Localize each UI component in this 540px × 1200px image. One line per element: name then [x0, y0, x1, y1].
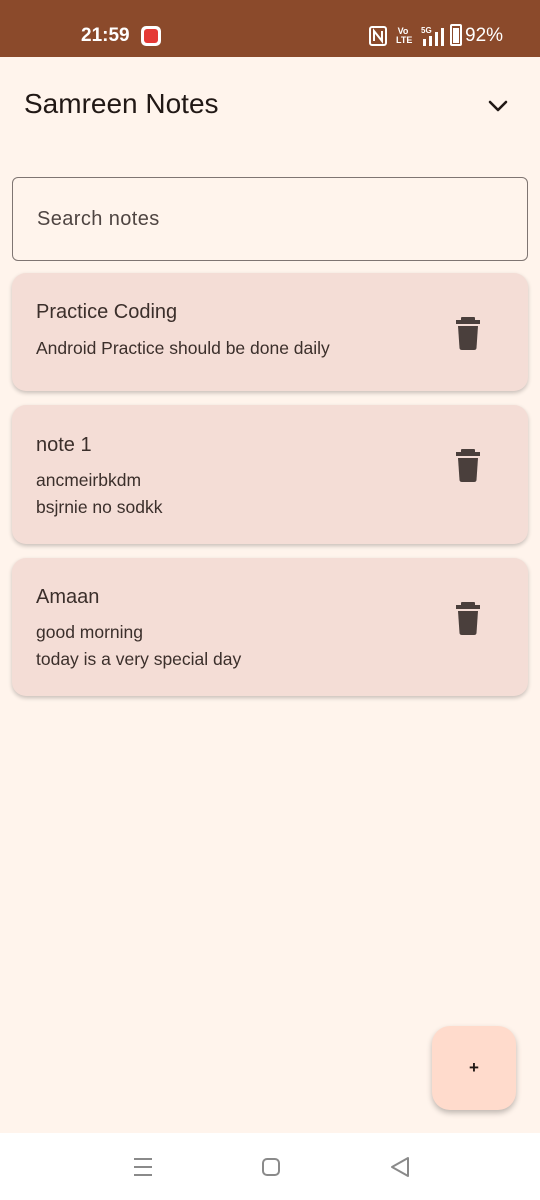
- note-title: Practice Coding: [36, 301, 178, 323]
- status-bar: 21:59 Vo LTE 5G 92%: [0, 0, 540, 57]
- trash-icon: [456, 602, 480, 635]
- back-button[interactable]: [386, 1153, 414, 1181]
- plus-icon: +: [469, 1058, 479, 1077]
- menu-toggle-button[interactable]: [480, 88, 516, 124]
- back-icon: [391, 1157, 409, 1177]
- delete-note-button[interactable]: [452, 313, 484, 353]
- note-body: Android Practice should be done daily: [36, 338, 330, 358]
- system-nav-bar: [0, 1133, 540, 1200]
- recents-button[interactable]: [129, 1153, 157, 1181]
- home-icon: [262, 1158, 280, 1176]
- app-notification-icon: [141, 26, 161, 46]
- home-button[interactable]: [257, 1153, 285, 1181]
- note-title: Amaan: [36, 586, 100, 608]
- network-type-label: 5G: [421, 26, 432, 35]
- chevron-down-icon: [488, 100, 508, 112]
- note-body: good morning today is a very special day: [36, 622, 242, 669]
- battery-percentage: 92%: [465, 25, 504, 46]
- delete-note-button[interactable]: [452, 445, 484, 485]
- trash-icon: [456, 317, 480, 350]
- signal-5g-icon: 5G: [421, 26, 444, 46]
- recents-icon: [134, 1158, 152, 1176]
- battery-icon: [450, 24, 462, 46]
- search-field[interactable]: [12, 177, 528, 261]
- nfc-icon: [369, 26, 387, 46]
- trash-icon: [456, 449, 480, 482]
- note-card[interactable]: Practice Coding Android Practice should …: [12, 273, 528, 391]
- delete-note-button[interactable]: [452, 598, 484, 638]
- note-card[interactable]: note 1 ancmeirbkdm bsjrnie no sodkk: [12, 405, 528, 544]
- note-title: note 1: [36, 434, 92, 456]
- note-card[interactable]: Amaan good morning today is a very speci…: [12, 558, 528, 696]
- app-title: Samreen Notes: [24, 88, 219, 119]
- status-time: 21:59: [81, 25, 130, 46]
- note-body: ancmeirbkdm bsjrnie no sodkk: [36, 470, 163, 517]
- add-note-button[interactable]: +: [432, 1026, 516, 1110]
- volte-icon: Vo LTE: [396, 26, 413, 45]
- search-input[interactable]: [37, 178, 507, 260]
